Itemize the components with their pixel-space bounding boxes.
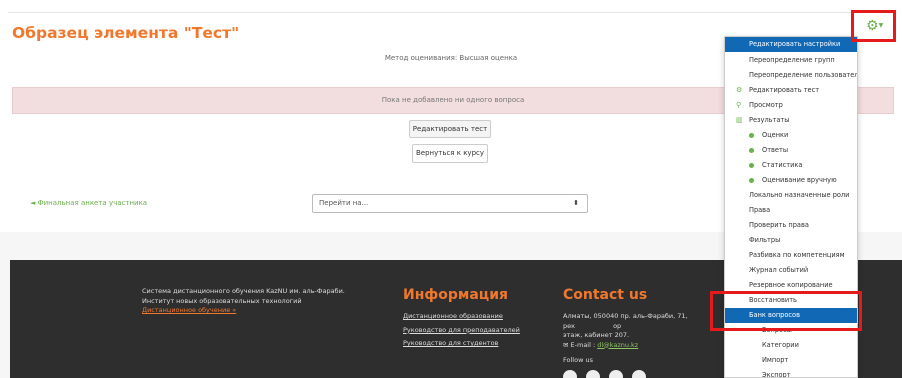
- mail-icon: ✉: [563, 340, 569, 349]
- page-title: Образец элемента "Тест": [12, 24, 240, 42]
- info-heading: Информация: [403, 287, 508, 303]
- social-icon[interactable]: [563, 370, 577, 378]
- edit-quiz-button[interactable]: Редактировать тест: [409, 120, 491, 138]
- menu-item-responses[interactable]: Ответы: [725, 143, 857, 158]
- menu-item-export[interactable]: Экспорт: [725, 368, 857, 378]
- back-to-course-button[interactable]: Вернуться к курсу: [412, 144, 488, 163]
- menu-item-label: Статистика: [762, 161, 803, 169]
- menu-item-label: Резервное копирование: [749, 281, 833, 289]
- menu-item-statistics[interactable]: Статистика: [725, 158, 857, 173]
- menu-item-label: Права: [749, 206, 771, 214]
- address-line-2: этаж, кабинет 207.: [563, 331, 630, 339]
- menu-item-label: Проверить права: [749, 221, 809, 229]
- menu-item-manual-grading[interactable]: Оценивание вручную: [725, 173, 857, 188]
- social-icon[interactable]: [632, 370, 646, 378]
- social-icon[interactable]: [609, 370, 623, 378]
- menu-item-label: Редактировать тест: [749, 86, 820, 94]
- footer-about: Система дистанционного обучения KazNU им…: [142, 287, 382, 316]
- prev-activity-link[interactable]: ◄ Финальная анкета участника: [30, 199, 147, 207]
- menu-item-grades[interactable]: Оценки: [725, 128, 857, 143]
- select-caret-icon: ⬍: [573, 199, 579, 207]
- menu-item-label: Локально назначенные роли: [749, 191, 850, 199]
- contact-heading: Contact us: [563, 287, 648, 303]
- menu-item-edit-quiz[interactable]: ⚙ Редактировать тест: [725, 83, 857, 98]
- magnifier-icon: ⚲: [736, 101, 742, 109]
- menu-item-categories[interactable]: Категории: [725, 338, 857, 353]
- social-icon[interactable]: [586, 370, 600, 378]
- menu-item-preview[interactable]: ⚲ Просмотр: [725, 98, 857, 113]
- about-line-1: Система дистанционного обучения KazNU им…: [142, 287, 345, 295]
- menu-item-label: Импорт: [762, 356, 789, 364]
- menu-item-user-overrides[interactable]: Переопределение пользователей: [725, 68, 857, 83]
- menu-item-group-overrides[interactable]: Переопределение групп: [725, 53, 857, 68]
- menu-item-label: Ответы: [762, 146, 789, 154]
- info-links: Дистанционное образование Руководство дл…: [403, 312, 520, 353]
- menu-item-label: Просмотр: [749, 101, 783, 109]
- menu-item-label: Оценивание вручную: [762, 176, 837, 184]
- menu-item-label: Разбивка по компетенциям: [749, 251, 845, 259]
- bullet-icon: [749, 178, 754, 183]
- menu-item-local-roles[interactable]: Локально назначенные роли: [725, 188, 857, 203]
- info-link[interactable]: Руководство для преподавателей: [403, 326, 520, 334]
- about-line-2: Институт новых образовательных технологи…: [142, 296, 302, 305]
- bullet-icon: [749, 163, 754, 168]
- menu-item-label: Редактировать настройки: [749, 40, 841, 48]
- menu-item-import[interactable]: Импорт: [725, 353, 857, 368]
- menu-item-label: Переопределение пользователей: [749, 71, 858, 79]
- highlight-box-question-bank: [710, 291, 862, 331]
- menu-item-logs[interactable]: Журнал событий: [725, 263, 857, 278]
- menu-item-check-permissions[interactable]: Проверить права: [725, 218, 857, 233]
- info-link[interactable]: Руководство для студентов: [403, 339, 520, 347]
- address-line-1: Алматы, 050040 пр. аль-Фараби, 71, рек: [563, 312, 688, 330]
- menu-item-filters[interactable]: Фильтры: [725, 233, 857, 248]
- divider: [8, 12, 894, 13]
- menu-item-edit-settings[interactable]: Редактировать настройки: [725, 37, 857, 52]
- menu-item-label: Фильтры: [749, 236, 781, 244]
- menu-item-label: Журнал событий: [749, 266, 809, 274]
- bullet-icon: [749, 148, 754, 153]
- follow-us: Follow us: [563, 356, 593, 364]
- menu-item-label: Результаты: [749, 116, 790, 124]
- info-link[interactable]: Дистанционное образование: [403, 312, 520, 320]
- menu-item-label: Экспорт: [762, 371, 791, 378]
- menu-item-results[interactable]: ▥ Результаты: [725, 113, 857, 128]
- menu-item-label: Переопределение групп: [749, 56, 835, 64]
- address-fragment: ор: [613, 321, 622, 330]
- chart-icon: ▥: [736, 116, 743, 124]
- menu-item-label: Категории: [762, 341, 799, 349]
- email-link[interactable]: dl@kaznu.kz: [597, 341, 638, 349]
- jump-to-select[interactable]: Перейти на... ⬍: [312, 194, 588, 213]
- gear-icon: ⚙: [736, 86, 743, 94]
- jump-to-placeholder: Перейти на...: [319, 199, 369, 207]
- bullet-icon: [749, 133, 754, 138]
- menu-item-label: Оценки: [762, 131, 789, 139]
- highlight-box-gear: [851, 10, 896, 42]
- menu-item-permissions[interactable]: Права: [725, 203, 857, 218]
- email-label: E-mail :: [570, 340, 596, 349]
- menu-item-competency-breakdown[interactable]: Разбивка по компетенциям: [725, 248, 857, 263]
- distance-learning-link[interactable]: Дистанционное обучение »: [142, 306, 236, 314]
